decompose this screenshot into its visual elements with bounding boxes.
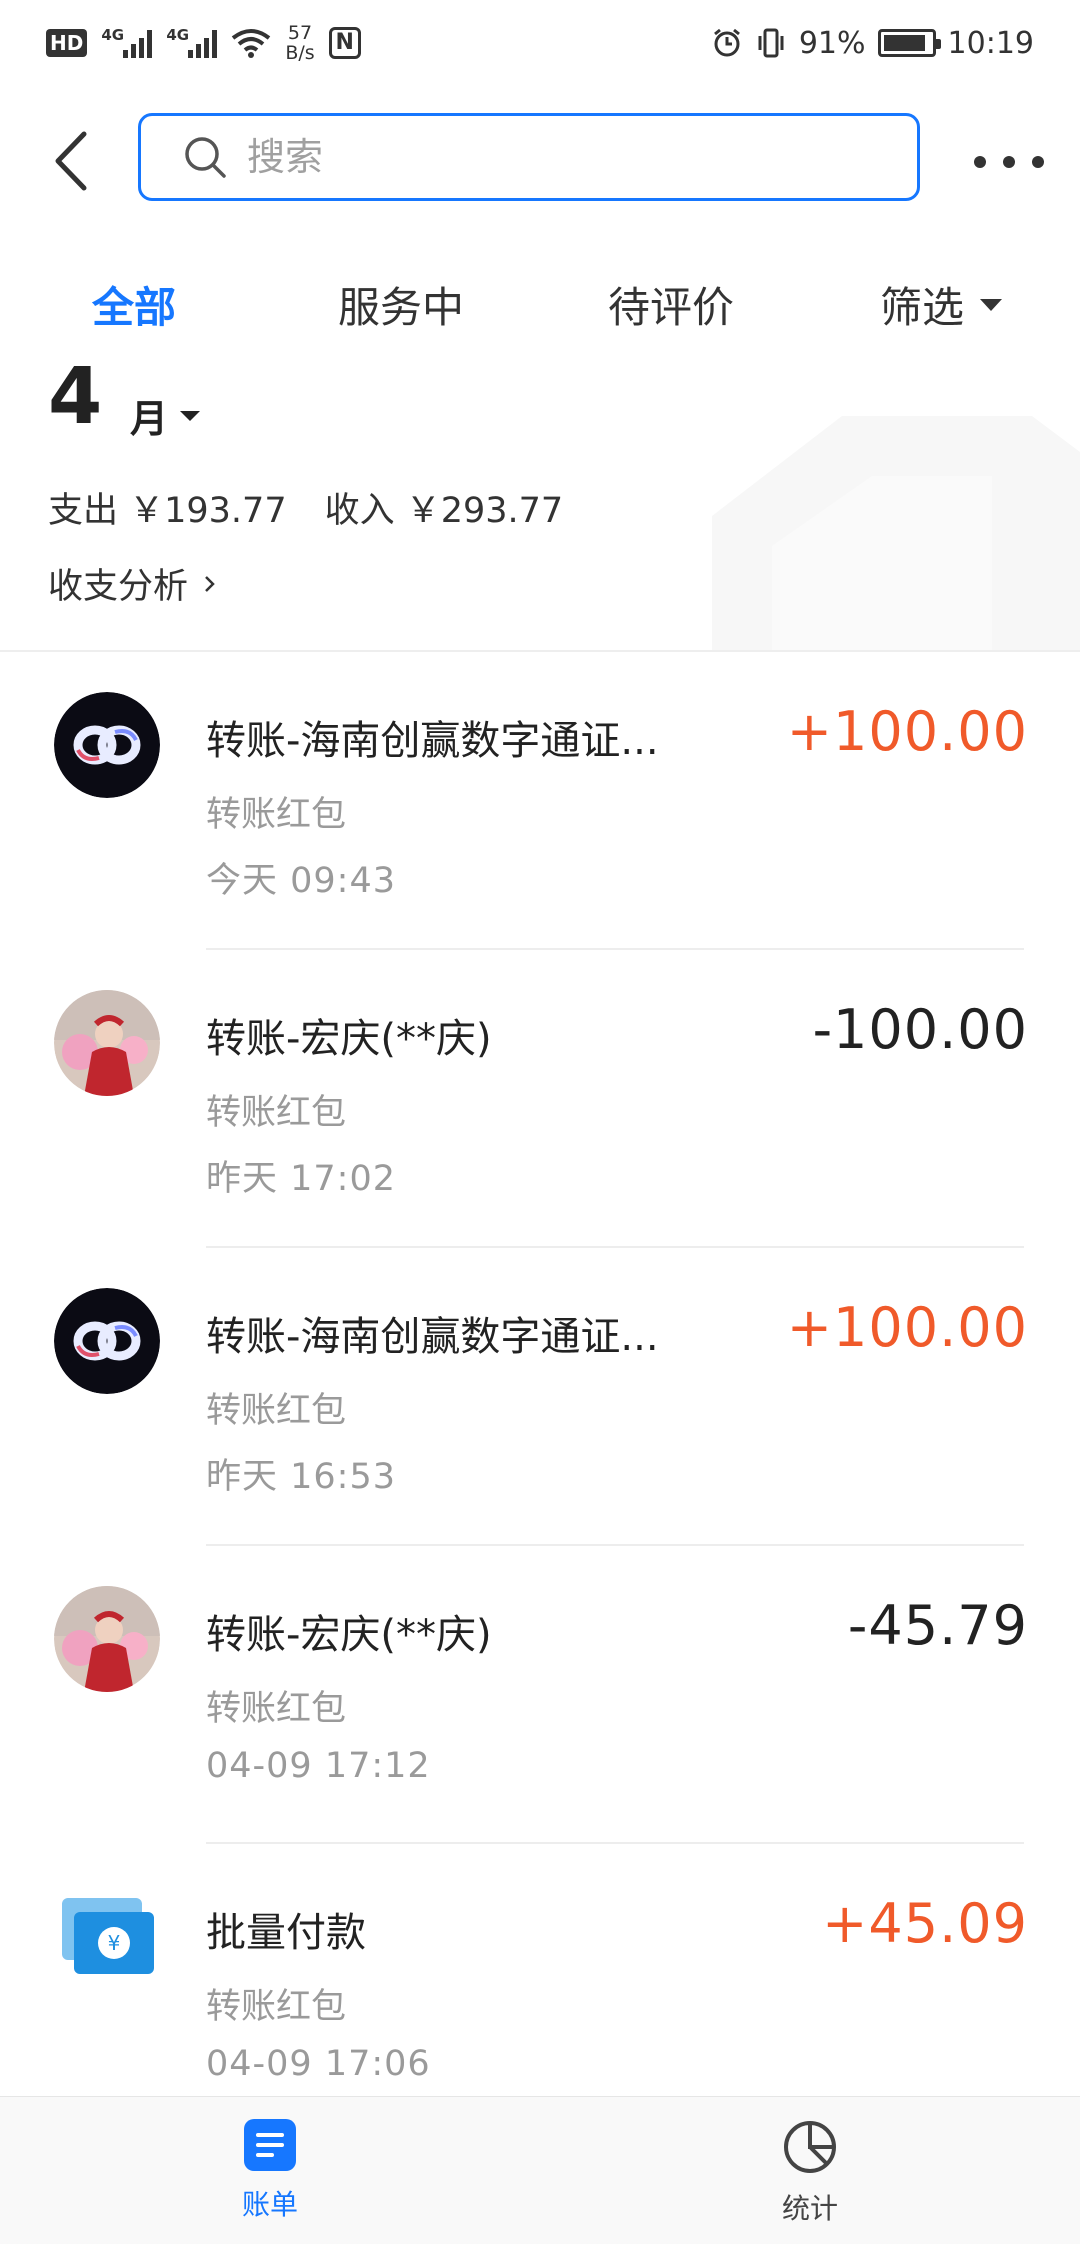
tab-all[interactable]: 全部 <box>92 274 176 335</box>
expense-total: 支出 ￥193.77 <box>48 491 287 531</box>
signal-icon-2: 4G <box>166 26 218 58</box>
transaction-title: 批量付款 <box>206 1910 366 1956</box>
alarm-icon <box>713 28 740 57</box>
transaction-type: 转账红包 <box>206 1689 347 1729</box>
caret-down-icon <box>980 298 1003 311</box>
user-photo-avatar <box>54 990 160 1096</box>
transaction-row[interactable]: 转账-宏庆(**庆) 转账红包 04-09 17:12 -45.79 <box>0 1546 1080 1844</box>
transaction-time: 04-09 17:12 <box>206 1746 431 1786</box>
tab-filter[interactable]: 筛选 <box>880 274 1003 335</box>
watermark-graphic <box>712 416 1080 650</box>
nav-statistics[interactable]: 统计 <box>730 2119 890 2227</box>
transaction-title: 转账-海南创赢数字通证... <box>206 1314 659 1360</box>
transaction-type: 转账红包 <box>206 1391 347 1431</box>
month-summary: 4 月 支出 ￥193.77 收入 ￥293.77 收支分析 <box>0 366 1080 650</box>
transaction-title: 转账-海南创赢数字通证... <box>206 718 659 764</box>
tab-filter-label: 筛选 <box>880 283 965 332</box>
nav-bills-label: 账单 <box>241 2188 298 2221</box>
batch-payment-icon: ¥ <box>62 1898 154 1974</box>
transaction-time: 04-09 17:06 <box>206 2044 431 2084</box>
vibrate-icon <box>758 28 784 58</box>
battery-icon <box>877 29 941 57</box>
wifi-icon <box>232 29 271 58</box>
header <box>0 86 1080 226</box>
transaction-row[interactable]: 转账-海南创赢数字通证... 转账红包 昨天 16:53 +100.00 <box>0 1248 1080 1546</box>
clock: 10:19 <box>947 25 1034 61</box>
transaction-amount: +100.00 <box>786 700 1028 763</box>
bill-list-icon <box>244 2119 296 2171</box>
search-box[interactable] <box>138 113 920 201</box>
transaction-type: 转账红包 <box>206 795 347 835</box>
svg-text:¥: ¥ <box>108 1931 121 1955</box>
transaction-time: 今天 09:43 <box>206 861 396 901</box>
analysis-label: 收支分析 <box>48 567 189 607</box>
transaction-title: 转账-宏庆(**庆) <box>206 1016 492 1062</box>
nav-statistics-label: 统计 <box>781 2192 838 2225</box>
user-photo-avatar <box>54 1586 160 1692</box>
month-unit-label: 月 <box>130 397 169 441</box>
nav-bills[interactable]: 账单 <box>190 2119 350 2223</box>
month-number: 4 <box>48 366 103 442</box>
caret-down-icon <box>180 410 201 421</box>
month-selector[interactable]: 月 <box>130 388 201 443</box>
more-options-icon[interactable] <box>974 142 1044 182</box>
chevron-right-icon <box>205 575 215 592</box>
analysis-link[interactable]: 收支分析 <box>48 558 218 609</box>
transaction-row[interactable]: 转账-海南创赢数字通证... 转账红包 今天 09:43 +100.00 <box>0 652 1080 950</box>
pie-chart-icon <box>784 2121 836 2173</box>
bottom-nav: 账单 统计 <box>0 2096 1080 2244</box>
transaction-type: 转账红包 <box>206 1093 347 1133</box>
search-icon <box>185 137 226 178</box>
transaction-title: 转账-宏庆(**庆) <box>206 1612 492 1658</box>
status-bar: HD 4G 4G 57 B/s N 91% 10:19 <box>0 0 1080 86</box>
transaction-row[interactable]: 转账-宏庆(**庆) 转账红包 昨天 17:02 -100.00 <box>0 950 1080 1248</box>
tab-in-service[interactable]: 服务中 <box>338 274 464 335</box>
network-speed: 57 B/s <box>285 22 315 64</box>
income-total: 收入 ￥293.77 <box>324 491 564 531</box>
hd-voice-icon: HD <box>46 29 88 57</box>
search-input[interactable] <box>247 135 847 179</box>
month-totals: 支出 ￥193.77 收入 ￥293.77 <box>48 482 563 533</box>
company-logo-avatar <box>54 692 160 798</box>
transaction-amount: +100.00 <box>786 1296 1028 1359</box>
transaction-type: 转账红包 <box>206 1987 347 2027</box>
transaction-time: 昨天 17:02 <box>206 1159 396 1199</box>
nfc-icon: N <box>328 27 361 59</box>
transaction-time: 昨天 16:53 <box>206 1457 396 1497</box>
back-icon[interactable] <box>44 126 104 196</box>
transaction-amount: +45.09 <box>822 1892 1028 1955</box>
transaction-amount: -100.00 <box>812 998 1028 1061</box>
filter-tabs: 全部 服务中 待评价 筛选 <box>0 226 1080 366</box>
company-logo-avatar <box>54 1288 160 1394</box>
signal-icon-1: 4G <box>101 26 153 58</box>
transaction-list: 转账-海南创赢数字通证... 转账红包 今天 09:43 +100.00 转账-… <box>0 652 1080 2142</box>
battery-percent: 91% <box>798 25 866 61</box>
tab-to-review[interactable]: 待评价 <box>608 274 734 335</box>
transaction-amount: -45.79 <box>847 1594 1028 1657</box>
